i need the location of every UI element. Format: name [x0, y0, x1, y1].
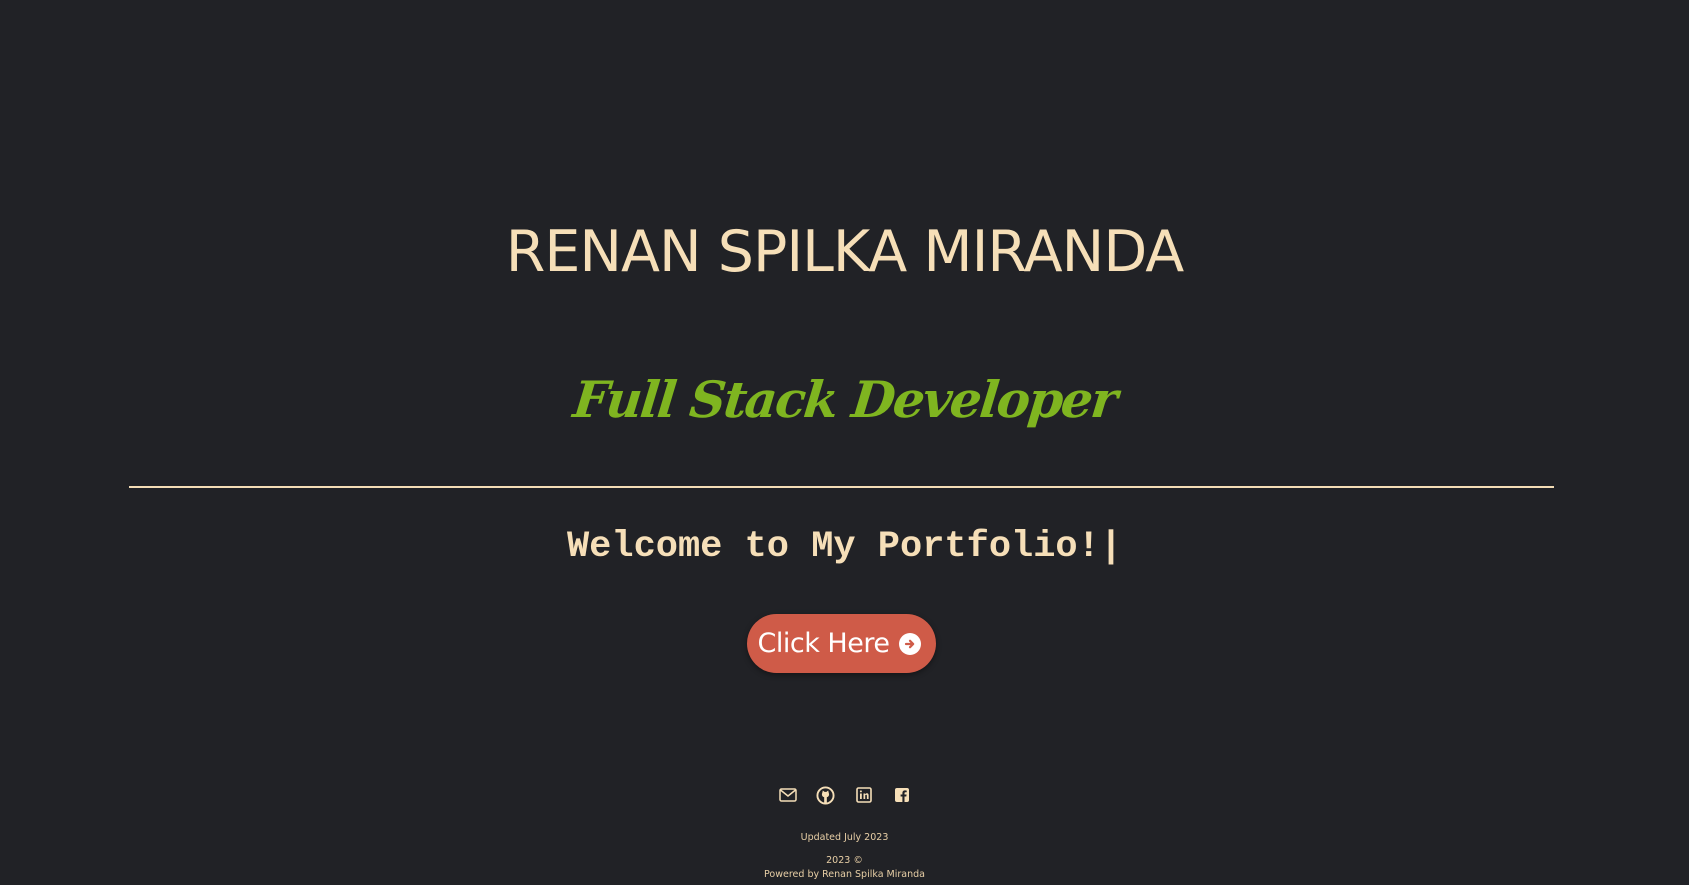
click-here-label: Click Here — [757, 628, 890, 659]
owner-name: RENAN SPILKA MIRANDA — [505, 219, 1184, 285]
welcome-typing-text: Welcome to My Portfolio!| — [566, 526, 1123, 568]
linkedin-icon[interactable] — [854, 785, 874, 805]
social-links — [0, 785, 1689, 805]
portfolio-landing: RENAN SPILKA MIRANDA Full Stack Develope… — [0, 0, 1689, 885]
click-here-button[interactable]: Click Here — [747, 614, 936, 673]
divider — [129, 486, 1554, 488]
updated-date: Updated July 2023 — [800, 832, 889, 843]
github-icon[interactable] — [816, 785, 836, 805]
copyright-year: 2023 © — [826, 855, 863, 866]
arrow-right-circle-icon — [899, 632, 922, 655]
powered-by: Powered by Renan Spilka Miranda — [764, 869, 925, 880]
mail-icon[interactable] — [778, 785, 798, 805]
role-title: Full Stack Developer — [570, 370, 1119, 429]
facebook-icon[interactable] — [892, 785, 912, 805]
